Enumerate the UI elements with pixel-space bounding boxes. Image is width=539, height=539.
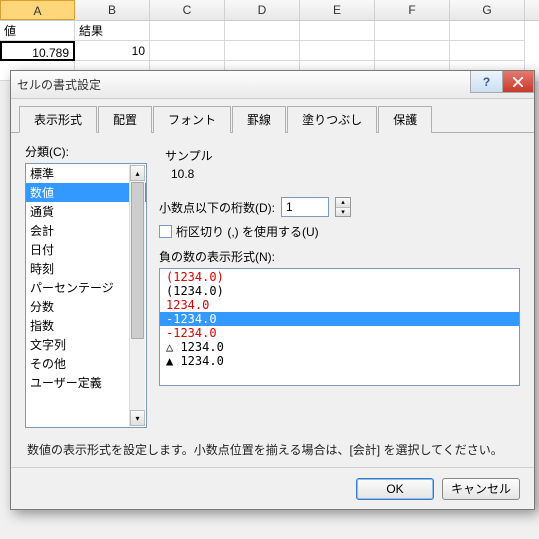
- cell-f2[interactable]: [375, 41, 450, 61]
- category-label: 分類(C):: [25, 143, 147, 160]
- negative-format-item[interactable]: (1234.0): [160, 284, 519, 298]
- category-item[interactable]: 時刻: [26, 259, 146, 278]
- cell-d1[interactable]: [225, 21, 300, 41]
- col-header-b[interactable]: B: [75, 0, 150, 20]
- negative-format-item[interactable]: -1234.0: [160, 326, 519, 340]
- cell-g2[interactable]: [450, 41, 525, 61]
- sample-label: サンプル: [165, 147, 514, 164]
- cell-c1[interactable]: [150, 21, 225, 41]
- cell-e2[interactable]: [300, 41, 375, 61]
- category-item[interactable]: 通貨: [26, 202, 146, 221]
- spin-up-icon[interactable]: ▴: [336, 198, 350, 208]
- negative-format-item[interactable]: (1234.0): [160, 270, 519, 284]
- cell-c2[interactable]: [150, 41, 225, 61]
- category-item[interactable]: 日付: [26, 240, 146, 259]
- decimals-spinner[interactable]: ▴ ▾: [335, 197, 351, 217]
- tab-protection[interactable]: 保護: [378, 106, 432, 133]
- category-item[interactable]: 数値: [26, 183, 146, 202]
- category-item[interactable]: その他: [26, 354, 146, 373]
- column-headers: A B C D E F G: [0, 0, 539, 21]
- col-header-d[interactable]: D: [225, 0, 300, 20]
- negative-format-list[interactable]: (1234.0)(1234.0)1234.0-1234.0-1234.0△ 12…: [159, 268, 520, 386]
- col-header-f[interactable]: F: [375, 0, 450, 20]
- help-button[interactable]: ?: [470, 71, 502, 93]
- col-header-e[interactable]: E: [300, 0, 375, 20]
- tab-font[interactable]: フォント: [153, 106, 231, 133]
- cell-a2[interactable]: 10.789: [0, 41, 75, 61]
- negative-format-item[interactable]: △ 1234.0: [160, 340, 519, 354]
- tab-border[interactable]: 罫線: [232, 106, 286, 133]
- cell-b2[interactable]: 10: [75, 41, 150, 61]
- close-icon: [513, 77, 523, 87]
- col-header-a[interactable]: A: [0, 0, 75, 20]
- ok-button[interactable]: OK: [356, 478, 434, 500]
- spin-down-icon[interactable]: ▾: [336, 208, 350, 217]
- tab-fill[interactable]: 塗りつぶし: [287, 106, 377, 133]
- scroll-up-icon[interactable]: ▴: [130, 165, 145, 181]
- category-item[interactable]: パーセンテージ: [26, 278, 146, 297]
- negative-format-item[interactable]: 1234.0: [160, 298, 519, 312]
- tab-alignment[interactable]: 配置: [98, 106, 152, 133]
- category-item[interactable]: 標準: [26, 164, 146, 183]
- format-cells-dialog: セルの書式設定 ? 表示形式 配置 フォント 罫線 塗りつぶし 保護 分類(C)…: [10, 70, 535, 510]
- dialog-tabs: 表示形式 配置 フォント 罫線 塗りつぶし 保護: [11, 99, 534, 133]
- category-item[interactable]: ユーザー定義: [26, 373, 146, 392]
- cell-e1[interactable]: [300, 21, 375, 41]
- scrollbar[interactable]: ▴ ▾: [129, 165, 145, 426]
- category-item[interactable]: 会計: [26, 221, 146, 240]
- category-list[interactable]: 標準数値通貨会計日付時刻パーセンテージ分数指数文字列その他ユーザー定義 ▴ ▾: [25, 163, 147, 428]
- dialog-title: セルの書式設定: [17, 76, 101, 93]
- help-text: 数値の表示形式を設定します。小数点位置を揃える場合は、[会計] を選択してくださ…: [11, 431, 534, 468]
- cell-f1[interactable]: [375, 21, 450, 41]
- scroll-thumb[interactable]: [131, 182, 144, 339]
- cell-g1[interactable]: [450, 21, 525, 41]
- dialog-buttons: OK キャンセル: [11, 467, 534, 509]
- category-item[interactable]: 指数: [26, 316, 146, 335]
- close-button[interactable]: [502, 71, 534, 93]
- decimals-input[interactable]: [281, 197, 329, 217]
- category-item[interactable]: 分数: [26, 297, 146, 316]
- help-icon: ?: [483, 75, 490, 89]
- negative-format-item[interactable]: ▲ 1234.0: [160, 354, 519, 368]
- scroll-down-icon[interactable]: ▾: [130, 410, 145, 426]
- spreadsheet-grid: A B C D E F G 値 結果 10.789 10: [0, 0, 539, 81]
- col-header-g[interactable]: G: [450, 0, 525, 20]
- tab-number-format[interactable]: 表示形式: [19, 106, 97, 133]
- negative-format-item[interactable]: -1234.0: [160, 312, 519, 326]
- col-header-c[interactable]: C: [150, 0, 225, 20]
- sample-value: 10.8: [165, 167, 514, 181]
- category-item[interactable]: 文字列: [26, 335, 146, 354]
- thousands-checkbox[interactable]: [159, 225, 172, 238]
- negative-label: 負の数の表示形式(N):: [159, 248, 520, 265]
- cell-b1[interactable]: 結果: [75, 21, 150, 41]
- dialog-titlebar[interactable]: セルの書式設定 ?: [11, 71, 534, 99]
- cancel-button[interactable]: キャンセル: [442, 478, 520, 500]
- cell-a1[interactable]: 値: [0, 21, 75, 41]
- cell-d2[interactable]: [225, 41, 300, 61]
- thousands-label: 桁区切り (,) を使用する(U): [176, 223, 319, 240]
- decimals-label: 小数点以下の桁数(D):: [159, 199, 275, 216]
